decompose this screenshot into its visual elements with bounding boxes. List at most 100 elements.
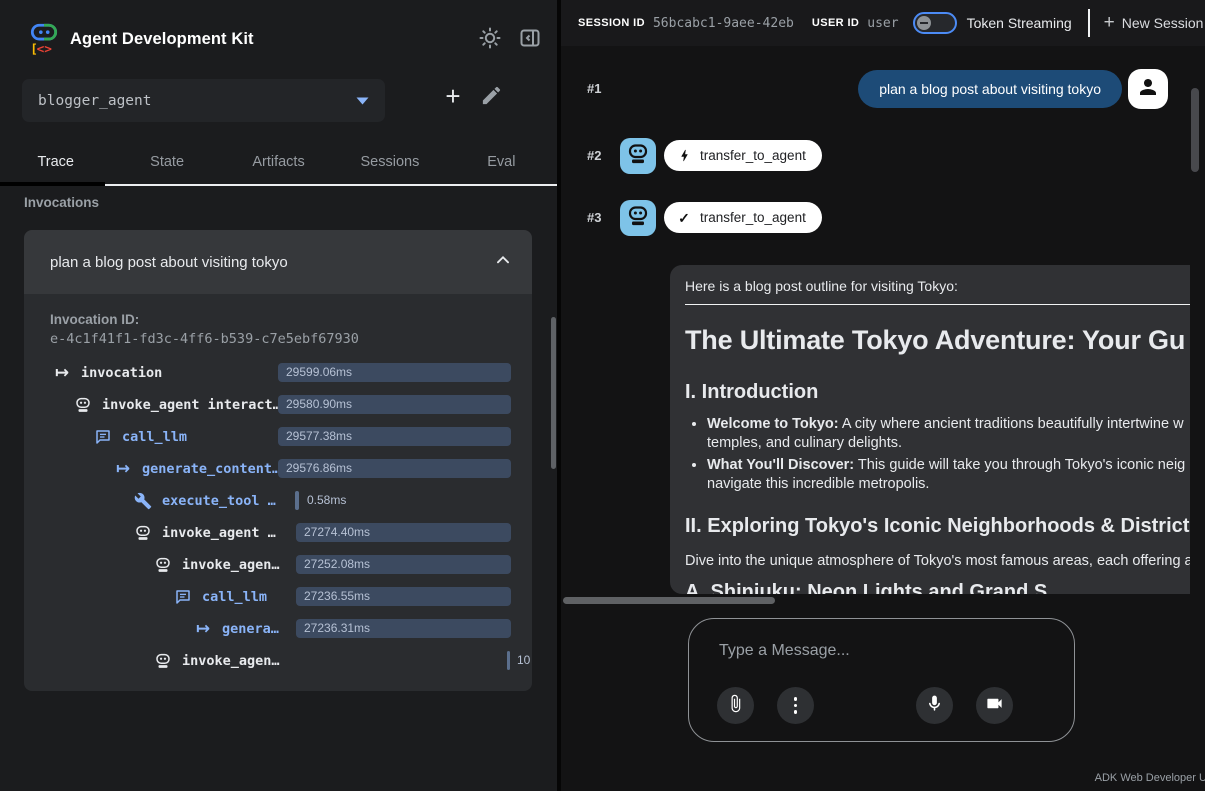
app-title: Agent Development Kit bbox=[70, 30, 254, 49]
bullet-bold: Welcome to Tokyo: bbox=[707, 416, 839, 432]
trace-label: generate_content… bbox=[142, 461, 280, 477]
more-vert-icon bbox=[794, 697, 797, 713]
new-session-button[interactable]: + New Session bbox=[1104, 12, 1204, 34]
person-icon bbox=[1136, 75, 1160, 104]
trace-duration-bar: 27236.31ms bbox=[296, 619, 511, 638]
response-paragraph: Dive into the unique atmosphere of Tokyo… bbox=[685, 553, 1190, 569]
trace-duration-bar: 29577.38ms bbox=[278, 427, 511, 446]
trace-row-call-llm[interactable]: call_llm 29577.38ms bbox=[24, 421, 532, 453]
sidebar-scrollbar[interactable] bbox=[551, 317, 556, 469]
mic-icon bbox=[925, 694, 944, 718]
bolt-icon bbox=[676, 148, 692, 164]
invocation-id-value: e-4c1f41f1-fd3c-4ff6-b539-c7e5ebf67930 bbox=[50, 331, 532, 347]
message-input-container[interactable]: Type a Message... bbox=[688, 618, 1075, 742]
message-index-1: #1 bbox=[587, 81, 601, 96]
trace-row-invoke-agent-3[interactable]: invoke_agen… 27252.08ms bbox=[24, 549, 532, 581]
token-streaming-label: Token Streaming bbox=[967, 15, 1072, 31]
response-h3-clipped: A. Shinjuku: Neon Lights and Grand S bbox=[685, 581, 1190, 594]
session-id-value: 56bcabc1-9aee-42eb bbox=[653, 16, 794, 31]
check-icon: ✓ bbox=[676, 210, 692, 226]
event-chip-transfer-done[interactable]: ✓ transfer_to_agent bbox=[664, 202, 822, 233]
theme-toggle-button[interactable] bbox=[476, 26, 504, 54]
trace-label: genera… bbox=[222, 621, 279, 637]
trace-label: invocation bbox=[81, 365, 162, 381]
tab-state[interactable]: State bbox=[111, 140, 222, 184]
chevron-up-icon bbox=[492, 249, 514, 276]
trace-duration-bar: 27252.08ms bbox=[296, 555, 511, 574]
event-chip-transfer[interactable]: transfer_to_agent bbox=[664, 140, 822, 171]
span-arrow-icon: ↦ bbox=[52, 363, 72, 383]
response-bullet-list: Welcome to Tokyo: A city where ancient t… bbox=[685, 415, 1190, 494]
trace-row-invoke-agent[interactable]: invoke_agent interact… 29580.90ms bbox=[24, 389, 532, 421]
chat-panel: SESSION ID 56bcabc1-9aee-42eb USER ID us… bbox=[561, 0, 1205, 791]
tab-trace[interactable]: Trace bbox=[0, 140, 111, 184]
trace-row-invoke-agent-4[interactable]: invoke_agen… 10 bbox=[24, 645, 532, 677]
trace-duration-text: 10 bbox=[517, 651, 530, 670]
invocation-title: plan a blog post about visiting tokyo bbox=[50, 254, 492, 271]
response-h2-introduction: I. Introduction bbox=[685, 381, 1190, 404]
agent-select-dropdown[interactable]: blogger_agent bbox=[22, 79, 385, 122]
invocation-card-body: Invocation ID: e-4c1f41f1-fd3c-4ff6-b539… bbox=[24, 294, 532, 691]
tab-artifacts[interactable]: Artifacts bbox=[223, 140, 334, 184]
chevron-down-icon bbox=[356, 92, 369, 110]
chat-scrollbar[interactable] bbox=[1191, 88, 1199, 172]
trace-row-call-llm-2[interactable]: call_llm 27236.55ms bbox=[24, 581, 532, 613]
response-h2-neighborhoods: II. Exploring Tokyo's Iconic Neighborhoo… bbox=[685, 515, 1190, 538]
trace-row-generate-content[interactable]: ↦ generate_content… 29576.86ms bbox=[24, 453, 532, 485]
trace-duration-bar bbox=[295, 491, 299, 510]
collapse-panel-button[interactable] bbox=[516, 26, 544, 54]
robot-icon bbox=[626, 142, 650, 171]
side-panel-icon bbox=[518, 26, 542, 55]
trace-label: invoke_agent … bbox=[162, 525, 276, 541]
trace-label: call_llm bbox=[122, 429, 187, 445]
attach-file-button[interactable] bbox=[717, 687, 754, 724]
tab-eval[interactable]: Eval bbox=[446, 140, 557, 184]
trace-row-execute-tool[interactable]: execute_tool … 0.58ms bbox=[24, 485, 532, 517]
bullet-text-line2: navigate this incredible metropolis. bbox=[707, 475, 1190, 494]
event-chip-label: transfer_to_agent bbox=[700, 148, 806, 163]
event-chip-label: transfer_to_agent bbox=[700, 210, 806, 225]
robot-icon bbox=[133, 523, 153, 543]
response-h1: The Ultimate Tokyo Adventure: Your Gu bbox=[685, 325, 1190, 356]
token-streaming-toggle[interactable] bbox=[913, 12, 957, 34]
video-button[interactable] bbox=[976, 687, 1013, 724]
sidebar: [ <> Agent Development Kit bbox=[0, 0, 557, 791]
bullet-item: Welcome to Tokyo: A city where ancient t… bbox=[707, 415, 1190, 453]
more-options-button[interactable] bbox=[777, 687, 814, 724]
trace-duration-bar: 29580.90ms bbox=[278, 395, 511, 414]
trace-row-invocation[interactable]: ↦ invocation 29599.06ms bbox=[24, 357, 532, 389]
invocation-id-label: Invocation ID: bbox=[50, 312, 532, 327]
chat-bubble-icon bbox=[93, 427, 113, 447]
user-avatar bbox=[1128, 69, 1168, 109]
horizontal-scrollbar[interactable] bbox=[563, 597, 775, 604]
invocation-card-header[interactable]: plan a blog post about visiting tokyo bbox=[24, 230, 532, 294]
videocam-icon bbox=[985, 694, 1004, 718]
response-intro: Here is a blog post outline for visiting… bbox=[685, 278, 1190, 294]
bullet-bold: What You'll Discover: bbox=[707, 457, 854, 473]
robot-icon bbox=[153, 555, 173, 575]
add-session-button[interactable]: + bbox=[438, 82, 468, 112]
session-topbar: SESSION ID 56bcabc1-9aee-42eb USER ID us… bbox=[561, 0, 1205, 46]
trace-label: invoke_agen… bbox=[182, 557, 280, 573]
message-input-placeholder[interactable]: Type a Message... bbox=[719, 642, 850, 660]
footer-note: ADK Web Developer UI bbox=[1095, 772, 1205, 784]
trace-row-generate-content-2[interactable]: ↦ genera… 27236.31ms bbox=[24, 613, 532, 645]
message-index-2: #2 bbox=[587, 148, 601, 163]
microphone-button[interactable] bbox=[916, 687, 953, 724]
edit-agent-button[interactable] bbox=[480, 84, 506, 110]
robot-icon bbox=[153, 651, 173, 671]
tab-sessions[interactable]: Sessions bbox=[334, 140, 445, 184]
session-id-label: SESSION ID bbox=[578, 17, 645, 29]
user-id-label: USER ID bbox=[812, 17, 859, 29]
svg-text:<>: <> bbox=[37, 42, 53, 55]
trace-row-invoke-agent-2[interactable]: invoke_agent … 27274.40ms bbox=[24, 517, 532, 549]
user-message-bubble: plan a blog post about visiting tokyo bbox=[858, 70, 1122, 108]
bot-avatar bbox=[620, 138, 656, 174]
bullet-text-line2: temples, and culinary delights. bbox=[707, 434, 1190, 453]
trace-duration-bar: 29576.86ms bbox=[278, 459, 511, 478]
trace-label: invoke_agent interact… bbox=[102, 397, 281, 413]
trace-label: invoke_agen… bbox=[182, 653, 280, 669]
bullet-text: A city where ancient traditions beautifu… bbox=[839, 416, 1184, 432]
pencil-icon bbox=[480, 94, 503, 111]
trace-duration-text: 0.58ms bbox=[307, 491, 346, 510]
